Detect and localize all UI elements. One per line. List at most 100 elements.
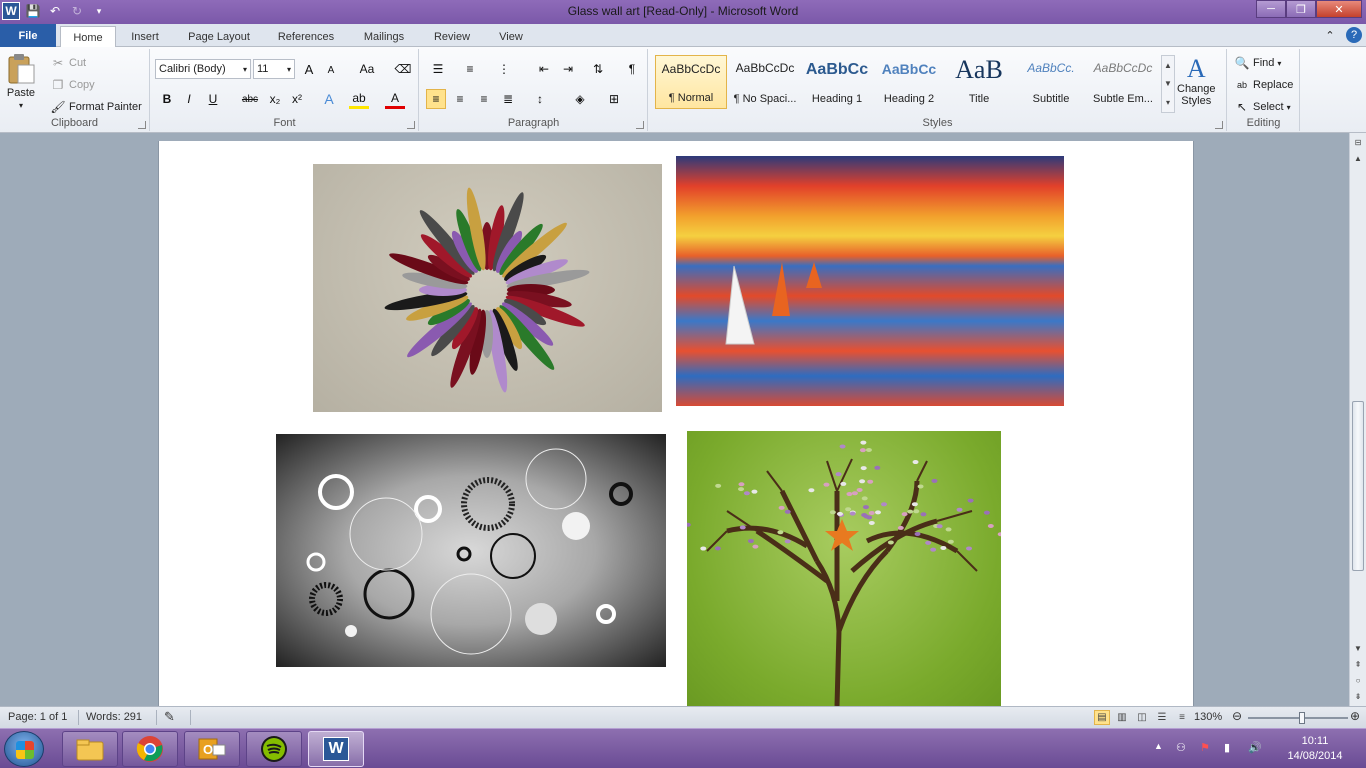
volume-icon[interactable]: 🔊 [1248,741,1262,754]
bold-button[interactable]: B [157,89,177,109]
strikethrough-button[interactable]: abc [237,89,263,109]
align-right-icon[interactable]: ≡ [474,89,494,109]
web-layout-icon[interactable]: ◫ [1134,710,1150,725]
style-subtitle[interactable]: AaBbCc. Subtitle [1015,55,1087,109]
close-button[interactable]: ✕ [1316,0,1362,18]
taskbar-explorer[interactable] [62,731,118,767]
clipboard-launcher-icon[interactable] [138,121,146,129]
borders-icon[interactable]: ⊞ [604,89,624,109]
scrollbar-thumb[interactable] [1352,401,1364,571]
next-page-icon[interactable]: ⇟ [1351,689,1365,703]
signal-strength-icon[interactable]: ▮ [1224,741,1230,754]
more-icon[interactable]: ▾ [1166,98,1170,107]
style-heading-2[interactable]: AaBbCc Heading 2 [873,55,945,109]
font-size-combo[interactable]: 11 ▾ [253,59,295,79]
styles-launcher-icon[interactable] [1215,121,1223,129]
system-clock[interactable]: 10:11 14/08/2014 [1280,734,1350,764]
outline-view-icon[interactable]: ☰ [1154,710,1170,725]
highlight-button[interactable]: ab [349,89,369,109]
glass-art-circles-image[interactable] [276,434,666,667]
line-spacing-icon[interactable]: ↕ [530,89,550,109]
numbering-icon[interactable]: ≡ [460,59,480,79]
start-button[interactable] [4,731,44,767]
print-layout-view-icon[interactable]: ▤ [1094,710,1110,725]
copy-button[interactable]: ❐ Copy [50,77,95,93]
align-left-icon[interactable]: ≡ [426,89,446,109]
style-title[interactable]: AaB Title [943,55,1015,109]
zoom-level[interactable]: 130% [1194,711,1222,723]
font-name-combo[interactable]: Calibri (Body) ▾ [155,59,251,79]
superscript-button[interactable]: x² [287,89,307,109]
tab-review[interactable]: Review [424,26,480,47]
proofing-icon[interactable]: ✎ [164,709,175,725]
action-center-icon[interactable]: ⚑ [1200,741,1210,754]
justify-icon[interactable]: ≣ [498,89,518,109]
shading-icon[interactable]: ◈ [570,89,590,109]
scroll-up-icon[interactable]: ▲ [1351,151,1365,165]
show-formatting-button[interactable]: ¶ [622,59,642,79]
scroll-up-icon[interactable]: ▲ [1164,61,1172,70]
multilevel-list-icon[interactable]: ⋮ [494,59,514,79]
minimize-button[interactable]: ─ [1256,0,1286,18]
tab-references[interactable]: References [268,26,344,47]
ruler-toggle-icon[interactable]: ⊟ [1351,135,1365,149]
restore-button[interactable]: ❐ [1286,0,1316,18]
decrease-indent-icon[interactable]: ⇤ [534,59,554,79]
tab-file[interactable]: File [0,24,56,47]
paste-button[interactable]: Paste ▾ [6,53,36,110]
zoom-out-icon[interactable]: ⊖ [1232,709,1242,723]
glass-art-flower-image[interactable] [313,164,662,412]
tab-view[interactable]: View [488,26,534,47]
page-count[interactable]: Page: 1 of 1 [8,711,67,723]
previous-page-icon[interactable]: ⇞ [1351,657,1365,671]
align-center-icon[interactable]: ≡ [450,89,470,109]
taskbar-spotify[interactable] [246,731,302,767]
taskbar-word[interactable]: W [308,731,364,767]
document-page[interactable] [158,141,1194,706]
paragraph-launcher-icon[interactable] [636,121,644,129]
change-styles-button[interactable]: A Change Styles [1177,55,1216,108]
vertical-scrollbar[interactable]: ⊟ ▲ ▼ ⇞ ○ ⇟ [1349,133,1366,706]
full-screen-reading-icon[interactable]: ▥ [1114,710,1130,725]
network-status-icon[interactable]: ⚇ [1176,741,1186,754]
bullets-icon[interactable]: ☰ [428,59,448,79]
glass-art-tree-image[interactable] [687,431,1001,706]
grow-font-button[interactable]: A [299,59,319,79]
increase-indent-icon[interactable]: ⇥ [558,59,578,79]
style-heading-1[interactable]: AaBbCc Heading 1 [801,55,873,109]
tab-home[interactable]: Home [60,26,116,48]
draft-view-icon[interactable]: ≡ [1174,710,1190,725]
style-no-spacing[interactable]: AaBbCcDc ¶ No Spaci... [729,55,801,109]
zoom-slider[interactable] [1248,712,1348,724]
find-button[interactable]: 🔍 Find ▾ [1234,55,1282,71]
sort-icon[interactable]: ⇅ [588,59,608,79]
cut-button[interactable]: ✂ Cut [50,55,86,71]
subscript-button[interactable]: x₂ [265,89,285,109]
shrink-font-button[interactable]: A [321,60,341,80]
tab-mailings[interactable]: Mailings [352,26,416,47]
select-button[interactable]: ↖ Select ▾ [1234,99,1291,115]
taskbar-chrome[interactable] [122,731,178,767]
text-effects-button[interactable]: A [319,89,339,109]
show-hidden-icons-icon[interactable]: ▲ [1154,741,1163,751]
taskbar-outlook[interactable]: O [184,731,240,767]
style-subtle-emphasis[interactable]: AaBbCcDc Subtle Em... [1087,55,1159,109]
styles-gallery-scroll[interactable]: ▲ ▼ ▾ [1161,55,1175,113]
glass-art-sunset-image[interactable] [676,156,1064,406]
italic-button[interactable]: I [179,89,199,109]
font-launcher-icon[interactable] [407,121,415,129]
style-normal[interactable]: AaBbCcDc ¶ Normal [655,55,727,109]
underline-button[interactable]: U [203,89,223,109]
zoom-slider-knob[interactable] [1298,712,1305,724]
font-color-button[interactable]: A [385,89,405,109]
replace-button[interactable]: ab Replace [1234,77,1293,93]
clear-formatting-icon[interactable]: ⌫ [393,59,413,79]
scroll-down-icon[interactable]: ▼ [1351,641,1365,655]
format-painter-button[interactable]: 🖌 Format Painter [50,99,141,115]
zoom-in-icon[interactable]: ⊕ [1350,709,1360,723]
scroll-down-icon[interactable]: ▼ [1164,79,1172,88]
tab-insert[interactable]: Insert [120,26,170,47]
word-count[interactable]: Words: 291 [86,711,142,723]
tab-page-layout[interactable]: Page Layout [178,26,260,47]
change-case-button[interactable]: Aa [353,59,381,79]
